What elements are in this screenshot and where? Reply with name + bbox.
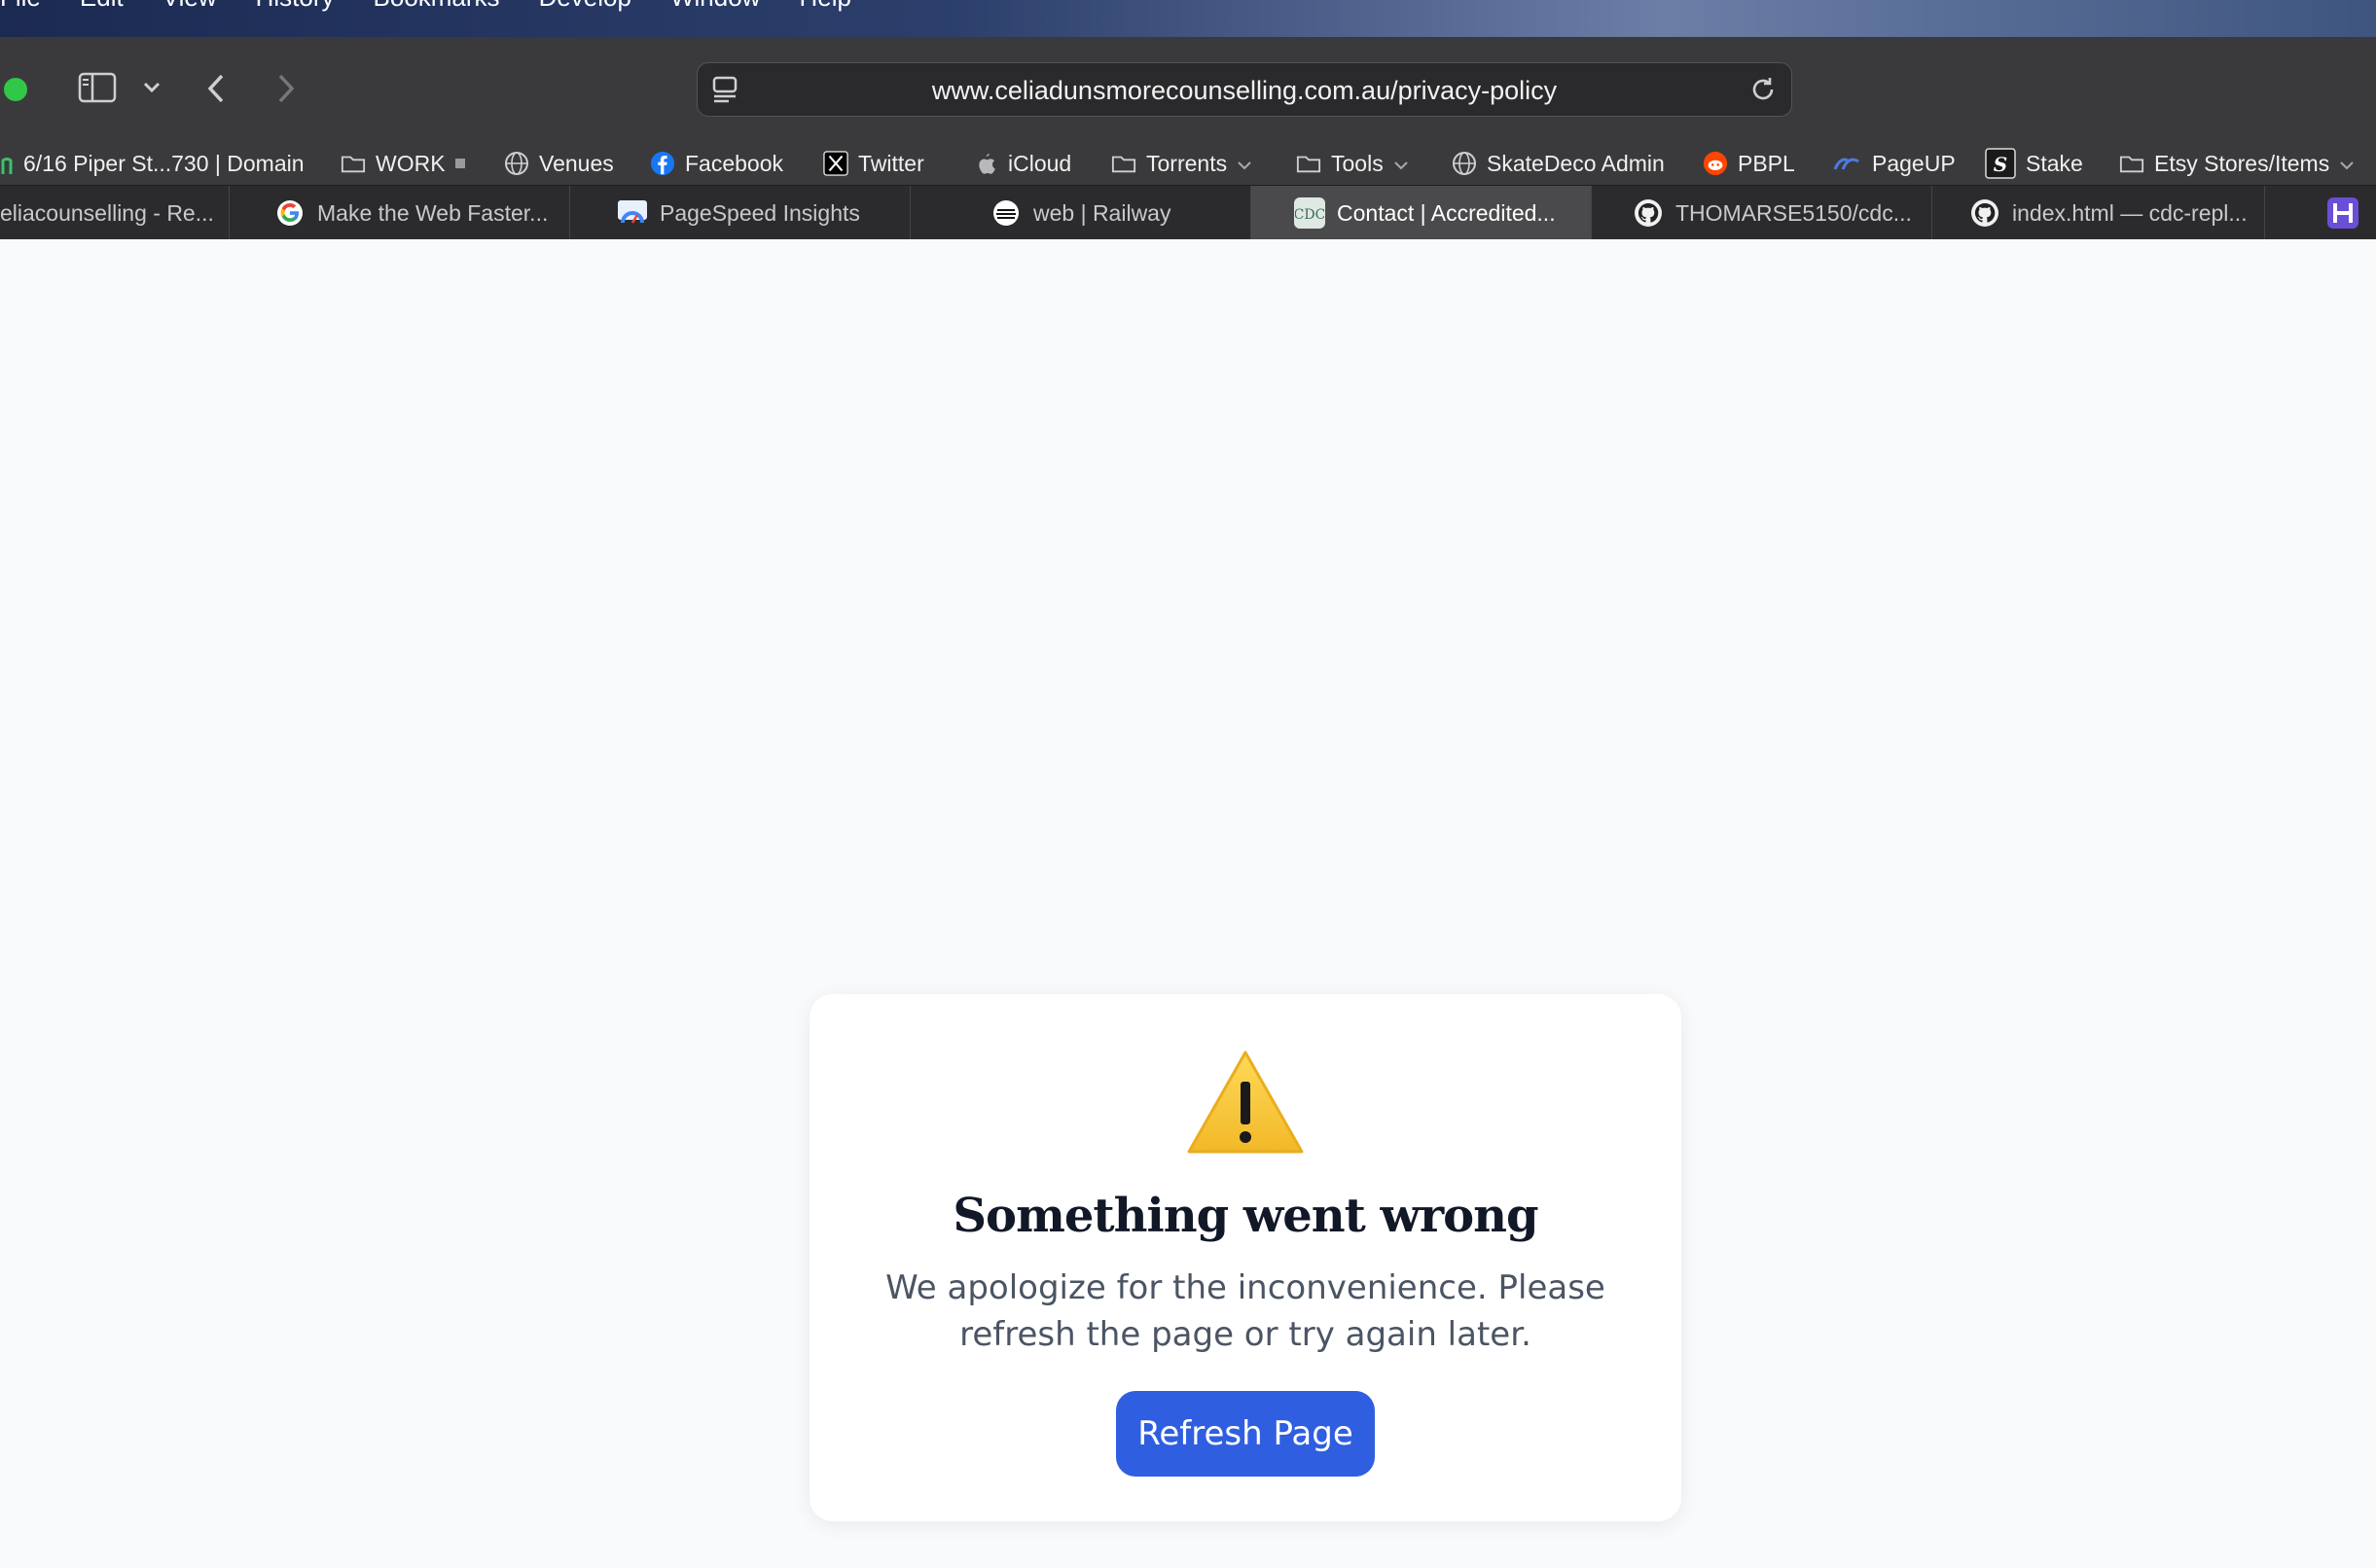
tab-make-the-web-faster[interactable]: Make the Web Faster...: [230, 186, 570, 240]
cdc-logo-icon: CDC: [1294, 197, 1325, 229]
tab-title: Contact | Accredited...: [1337, 199, 1556, 226]
google-icon: [274, 197, 306, 229]
tab-celiacounselling[interactable]: eliacounselling - Re...: [0, 186, 230, 240]
bookmark-facebook[interactable]: Facebook: [650, 146, 783, 181]
browser-chrome: www.celiadunsmorecounselling.com.au/priv…: [0, 37, 2376, 240]
sidebar-toggle-icon[interactable]: [78, 72, 117, 108]
macos-menubar: File Edit View History Bookmarks Develop…: [0, 0, 2376, 37]
bookmark-label: Etsy Stores/Items: [2154, 150, 2330, 176]
tab-title: PageSpeed Insights: [660, 199, 860, 226]
url-text: www.celiadunsmorecounselling.com.au/priv…: [931, 76, 1558, 105]
bookmark-label: 6/16 Piper St...730 | Domain: [23, 150, 305, 176]
tab-bar: eliacounselling - Re... Make the Web Fas…: [0, 185, 2376, 240]
bookmark-label: iCloud: [1008, 150, 1072, 176]
tab-title: THOMARSE5150/cdc...: [1675, 199, 1912, 226]
bookmark-label: PBPL: [1738, 150, 1795, 176]
error-message: We apologize for the inconvenience. Plea…: [885, 1268, 1605, 1354]
bookmark-pageup[interactable]: PageUP: [1831, 146, 1956, 181]
tab-title: eliacounselling - Re...: [0, 199, 214, 226]
menu-window[interactable]: Window: [670, 0, 760, 13]
railway-icon: [990, 197, 1022, 229]
menu-view[interactable]: View: [162, 0, 217, 13]
x-icon: [823, 151, 848, 176]
globe-icon: [1452, 151, 1477, 176]
folder-icon: [1296, 151, 1321, 176]
tab-title: Make the Web Faster...: [317, 199, 549, 226]
folder-icon: [2119, 151, 2144, 176]
error-card: Something went wrong We apologize for th…: [810, 994, 1681, 1521]
folder-icon: [341, 151, 366, 176]
tab-github-thomarse[interactable]: THOMARSE5150/cdc...: [1592, 186, 1932, 240]
bookmark-label: Twitter: [858, 150, 924, 176]
bookmark-icloud[interactable]: iCloud: [973, 146, 1071, 181]
bookmark-domain[interactable]: 6/16 Piper St...730 | Domain: [0, 146, 305, 181]
stake-icon: S: [1985, 148, 2016, 179]
bookmark-label: PageUP: [1872, 150, 1956, 176]
folder-icon: [1111, 151, 1136, 176]
menu-edit[interactable]: Edit: [80, 0, 124, 13]
svg-text:S: S: [1994, 153, 2007, 176]
tab-pagespeed-insights[interactable]: PageSpeed Insights: [570, 186, 911, 240]
menu-bookmarks[interactable]: Bookmarks: [374, 0, 500, 13]
bookmark-label: Tools: [1331, 150, 1384, 176]
domain-icon: [0, 151, 14, 176]
reload-icon[interactable]: [1748, 75, 1778, 109]
tab-contact-accredited[interactable]: CDC Contact | Accredited...: [1251, 186, 1592, 240]
bookmark-stake[interactable]: S Stake: [1985, 146, 2083, 181]
chevron-down-icon: [1237, 151, 1252, 177]
page-content: Something went wrong We apologize for th…: [0, 239, 2376, 1568]
tab-index-html[interactable]: index.html — cdc-repl...: [1932, 186, 2265, 240]
bookmarks-bar: 6/16 Piper St...730 | Domain WORK Venues…: [0, 138, 2376, 189]
menu-help[interactable]: Help: [799, 0, 850, 13]
refresh-page-button[interactable]: Refresh Page: [1116, 1391, 1375, 1477]
bookmark-label: SkateDeco Admin: [1487, 150, 1665, 176]
back-icon[interactable]: [204, 72, 228, 110]
browser-toolbar: www.celiadunsmorecounselling.com.au/priv…: [0, 37, 2376, 138]
bookmark-folder-tools[interactable]: Tools: [1296, 146, 1409, 181]
bookmark-pbpl[interactable]: PBPL: [1703, 146, 1795, 181]
tab-title: web | Railway: [1033, 199, 1171, 226]
app-icon: [2327, 197, 2358, 229]
bookmark-skatedeco-admin[interactable]: SkateDeco Admin: [1452, 146, 1665, 181]
chevron-down-icon[interactable]: [142, 80, 162, 100]
menu-file[interactable]: File: [0, 0, 41, 13]
tab-pinned[interactable]: [2265, 186, 2376, 240]
menu-history[interactable]: History: [256, 0, 335, 13]
bookmark-label: Stake: [2026, 150, 2083, 176]
forward-icon[interactable]: [274, 72, 298, 110]
globe-icon: [504, 151, 529, 176]
github-icon: [1969, 197, 2000, 229]
bookmark-label: Venues: [539, 150, 614, 176]
pageup-icon: [1831, 151, 1862, 176]
address-bar[interactable]: www.celiadunsmorecounselling.com.au/priv…: [697, 62, 1792, 117]
chevron-down-icon: [1393, 151, 1409, 177]
warning-icon: [1187, 1051, 1304, 1154]
bookmark-label: WORK: [376, 150, 446, 176]
bookmark-label: Torrents: [1146, 150, 1228, 176]
facebook-icon: [650, 151, 675, 176]
bookmark-folder-work[interactable]: WORK: [341, 146, 465, 181]
bookmark-label: Facebook: [685, 150, 784, 176]
pagespeed-icon: [617, 197, 648, 229]
github-icon: [1633, 197, 1664, 229]
square-icon: [454, 159, 465, 168]
tab-web-railway[interactable]: web | Railway: [911, 186, 1251, 240]
chevron-down-icon: [2339, 151, 2355, 177]
bookmark-venues[interactable]: Venues: [504, 146, 614, 181]
menu-develop[interactable]: Develop: [539, 0, 631, 13]
apple-icon: [973, 151, 998, 176]
bookmark-folder-torrents[interactable]: Torrents: [1111, 146, 1252, 181]
bookmark-twitter[interactable]: Twitter: [823, 146, 924, 181]
svg-text:CDC: CDC: [1295, 207, 1324, 223]
reddit-icon: [1703, 151, 1728, 176]
window-zoom-button[interactable]: [4, 78, 27, 101]
tab-title: index.html — cdc-repl...: [2012, 199, 2248, 226]
error-title: Something went wrong: [953, 1189, 1538, 1243]
bookmark-folder-etsy[interactable]: Etsy Stores/Items: [2119, 146, 2355, 181]
